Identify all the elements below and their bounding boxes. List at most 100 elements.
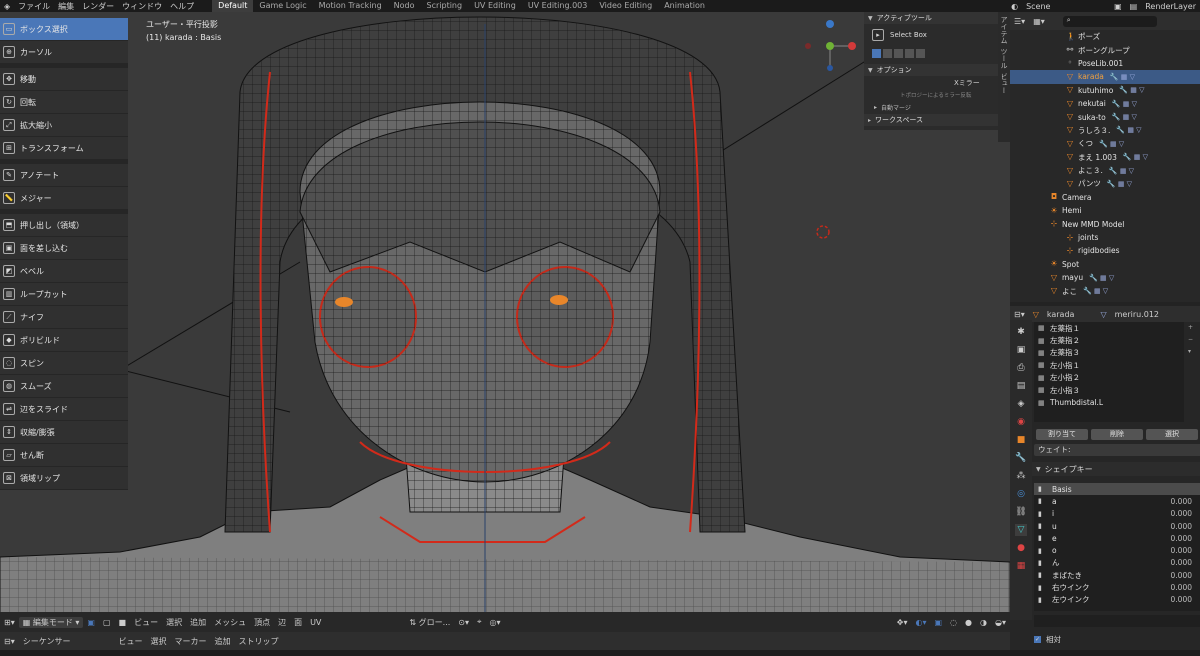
mode-intersect-icon[interactable] [916,48,925,58]
tool-extrude-region[interactable]: ⬒ 押し出し（領域） [0,214,128,237]
tool-annotate[interactable]: ✎ アノテート [0,164,128,187]
outliner-row[interactable]: ⊹ joints [1010,231,1200,244]
modifier-data-icons[interactable]: 🔧 ▦ ▽ [1083,287,1108,295]
shape-key-value[interactable]: 0.000 [1171,522,1192,531]
shape-key-list[interactable]: ▮ Basis ▮ a 0.000 ▮ i 0.000 ▮ u 0.000 ▮ e 0.000 ▮ o 0.00… [1034,483,1200,611]
menu-edit[interactable]: 編集 [54,1,78,12]
editor-type-icon[interactable]: ⊞▾ [0,618,19,627]
outliner-row[interactable]: ⊹ rigidbodies [1010,244,1200,257]
shape-key-item[interactable]: ▮ i 0.000 [1034,508,1200,520]
seq-menu-select[interactable]: 選択 [146,636,170,647]
outliner-row[interactable]: ▽ くつ 🔧 ▦ ▽ [1010,137,1200,150]
outliner-row[interactable]: ▽ kutuhimo 🔧 ▦ ▽ [1010,84,1200,97]
transform-orientation[interactable]: ⇅ グロー... [405,617,454,628]
tab-view[interactable]: ビュー [999,73,1009,94]
face-select-icon[interactable]: ■ [115,618,131,627]
workspace-tab-uv-editing-003[interactable]: UV Editing.003 [522,0,594,12]
outliner-row[interactable]: ⊹ New MMD Model [1010,217,1200,230]
select-button[interactable]: 選択 [1146,429,1198,440]
active-tool-header[interactable]: ▼ アクティブツール [864,12,998,24]
menu-mesh[interactable]: メッシュ [210,617,250,628]
tool-rotate[interactable]: ↻ 回転 [0,91,128,114]
modifier-data-icons[interactable]: 🔧 ▦ ▽ [1089,274,1114,282]
outliner-search[interactable]: ⌕ [1062,15,1157,27]
shape-key-value[interactable]: 0.000 [1171,509,1192,518]
workspace-tab-scripting[interactable]: Scripting [421,0,469,12]
edge-select-icon[interactable]: ▢ [99,618,115,627]
add-icon[interactable]: + [1188,322,1198,334]
scene-name[interactable]: Scene [1022,2,1110,11]
outliner-row[interactable]: ▽ パンツ 🔧 ▦ ▽ [1010,177,1200,190]
tool-inset-faces[interactable]: ▣ 面を差し込む [0,237,128,260]
seq-menu-marker[interactable]: マーカー [170,636,210,647]
modifier-data-icons[interactable]: 🔧 ▦ ▽ [1116,126,1141,134]
menu-file[interactable]: ファイル [14,1,54,12]
menu-window[interactable]: ウィンドウ [118,1,166,12]
viewport-gizmo-icon[interactable]: ✥▾ [893,618,912,627]
menu-render[interactable]: レンダー [78,1,118,12]
vertex-group-item[interactable]: ▦ 左薬指１ [1034,322,1184,334]
snap-icon[interactable]: ⌖ [473,617,486,627]
texture-tab-icon[interactable]: ▦ [1015,560,1027,572]
shape-key-item[interactable]: ▮ まばたき 0.000 [1034,569,1200,581]
shape-key-item[interactable]: ▮ o 0.000 [1034,544,1200,556]
vertex-group-item[interactable]: ▦ 左薬指２ [1034,334,1184,346]
shading-wire-icon[interactable]: ◌ [946,618,961,627]
shape-key-value[interactable]: 0.000 [1171,534,1192,543]
tool-loop-cut[interactable]: ▥ ループカット [0,283,128,306]
menu-view[interactable]: ビュー [130,617,162,628]
overlay-icon[interactable]: ◐▾ [911,618,930,627]
constraints-tab-icon[interactable]: ⛓ [1015,506,1027,518]
tool-shear[interactable]: ▱ せん断 [0,444,128,467]
remove-icon[interactable]: − [1188,334,1198,346]
remove-button[interactable]: 削除 [1091,429,1143,440]
list-menu-icon[interactable]: ▾ [1188,346,1198,358]
shape-key-value[interactable]: 0.000 [1171,497,1192,506]
shading-material-icon[interactable]: ◑ [976,618,991,627]
outliner-row[interactable]: ▽ うしろ３. 🔧 ▦ ▽ [1010,124,1200,137]
tool-scale[interactable]: ⤢ 拡大縮小 [0,114,128,137]
shape-key-filter[interactable] [1034,615,1200,627]
workspace-tab-default[interactable]: Default [212,0,254,12]
outliner-row[interactable]: ☀ Spot [1010,258,1200,271]
modifier-tab-icon[interactable]: 🔧 [1015,452,1027,464]
workspace-header[interactable]: ▸ ワークスペース [864,114,998,126]
workspace-tab-uv-editing[interactable]: UV Editing [468,0,522,12]
shape-key-item[interactable]: ▮ Basis [1034,483,1200,496]
workspace-tab-game-logic[interactable]: Game Logic [253,0,312,12]
workspace-tab-motion-tracking[interactable]: Motion Tracking [313,0,388,12]
display-mode-icon[interactable]: ▦▾ [1029,17,1049,26]
shading-render-icon[interactable]: ◒▾ [991,618,1010,627]
tool-rip-region[interactable]: ⊠ 領域リップ [0,467,128,490]
render-layer-icon[interactable]: ▤ [1126,2,1142,11]
modifier-data-icons[interactable]: 🔧 ▦ ▽ [1112,100,1137,108]
select-box-icon[interactable]: ▸ [872,29,884,41]
vertex-group-item[interactable]: ▦ 左小指２ [1034,372,1184,384]
tool-tab-icon[interactable]: ✱ [1015,326,1027,338]
mode-extend-icon[interactable] [883,48,892,58]
render-tab-icon[interactable]: ▣ [1015,344,1027,356]
modifier-data-icons[interactable]: 🔧 ▦ ▽ [1107,180,1132,188]
workspace-tab-video-editing[interactable]: Video Editing [593,0,658,12]
mode-invert-icon[interactable] [905,48,914,58]
seq-menu-add[interactable]: 追加 [210,636,234,647]
shape-key-value[interactable]: 0.000 [1171,571,1192,580]
shape-key-item[interactable]: ▮ e 0.000 [1034,532,1200,544]
outliner-editor-icon[interactable]: ☰▾ [1010,17,1029,26]
material-tab-icon[interactable]: ● [1015,542,1027,554]
options-header[interactable]: ▼ オプション [864,64,998,76]
tool-spin[interactable]: ◌ スピン [0,352,128,375]
modifier-data-icons[interactable]: 🔧 ▦ ▽ [1109,167,1134,175]
vertex-group-list[interactable]: ▦ 左薬指１ ▦ 左薬指２ ▦ 左薬指３ ▦ 左小指１ ▦ 左小指２ ▦ 左小指３ ▦ Thumbdist… [1034,322,1184,422]
shape-key-value[interactable]: 0.000 [1171,558,1192,567]
tool-move[interactable]: ✥ 移動 [0,68,128,91]
tool-measure[interactable]: 📏 メジャー [0,187,128,210]
tool-transform[interactable]: ⊞ トランスフォーム [0,137,128,160]
mesh-wireframe[interactable] [0,12,1010,632]
auto-merge-subpanel[interactable]: ▸ 自動マージ [864,100,998,114]
menu-face[interactable]: 面 [290,617,306,628]
tool-smooth[interactable]: ◍ スムーズ [0,375,128,398]
outliner-row[interactable]: ▽ suka-to 🔧 ▦ ▽ [1010,110,1200,123]
modifier-data-icons[interactable]: 🔧 ▦ ▽ [1119,86,1144,94]
render-layer-name[interactable]: RenderLayer [1141,2,1200,11]
